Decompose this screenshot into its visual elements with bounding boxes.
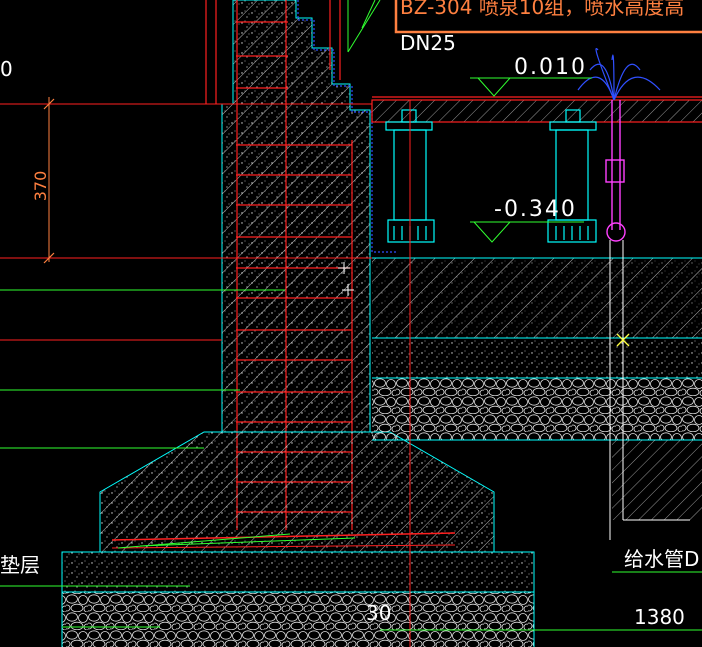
supply-pipe-label: 给水管D [624, 547, 699, 571]
left-layer-label: 垫层 [0, 553, 40, 577]
left-zero-label: 0 [0, 57, 13, 81]
dimension-370: 370 [31, 97, 55, 264]
elevation-top-text: 0.010 [514, 55, 587, 80]
concrete-wall [221, 0, 396, 433]
dim-1380-label: 1380 [634, 605, 685, 629]
top-note-text: BZ-304 喷泉10组，喷水高度高 [400, 0, 684, 19]
elevation-low: -0.340 [470, 197, 584, 243]
cushion-layer [61, 551, 535, 647]
elevation-low-text: -0.340 [494, 197, 577, 222]
dim-30-label: 30 [366, 601, 391, 625]
cad-drawing-canvas[interactable]: BZ-304 喷泉10组，喷水高度高 370 0.010 -0.340 DN25… [0, 0, 702, 647]
dim-370-label: 370 [31, 171, 50, 202]
footing [99, 431, 495, 553]
pipe-dn-label: DN25 [400, 31, 456, 55]
note-box: BZ-304 喷泉10组，喷水高度高 [394, 0, 702, 34]
fountain-spray [577, 48, 661, 101]
elevation-top: 0.010 [470, 55, 592, 97]
